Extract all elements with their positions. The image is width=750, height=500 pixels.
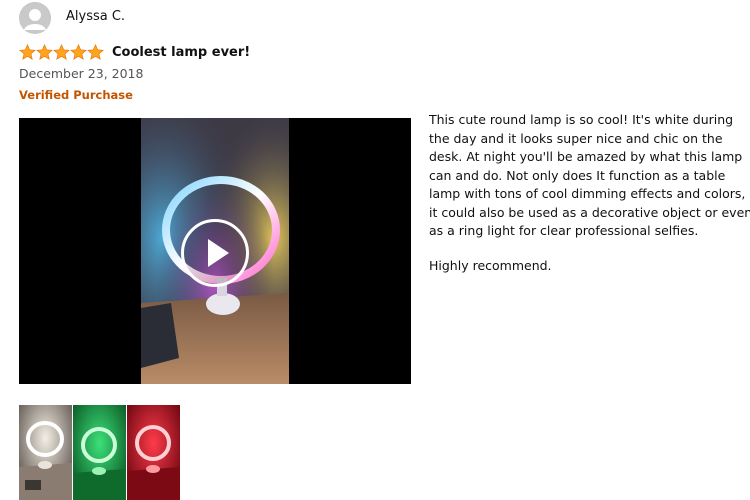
star-rating[interactable] [19,44,104,60]
review-text-line: the day and it looks super nice and chic… [429,130,723,146]
green-ring-lamp-image [73,405,126,500]
reviewer-name[interactable]: Alyssa C. [66,9,125,24]
review-text-line: lamp with tons of cool dimming effects a… [429,186,746,201]
review-text-line: it could also be used as a decorative ob… [429,204,750,220]
star-icon [53,44,70,60]
review-date: December 23, 2018 [19,66,144,81]
thumbnail-red-lamp[interactable] [127,405,180,500]
red-ring-lamp-image [127,405,180,500]
review-text-line: desk. At night you'll be amazed by what … [429,149,743,164]
review-image-thumbnails [19,405,180,500]
review-title[interactable]: Coolest lamp ever! [112,45,250,60]
review-text-line: This cute round lamp is so cool! It's wh… [429,112,734,127]
white-ring-lamp-image [19,405,72,500]
user-avatar-icon [19,2,51,34]
thumbnail-white-lamp[interactable] [19,405,72,500]
review-text-line: can and do. Not only does It function as… [429,167,726,183]
review-text-line: as a ring light for clear professional s… [429,223,699,238]
review-video-player[interactable] [19,118,411,384]
avatar [19,2,51,34]
star-icon [70,44,87,60]
star-icon [19,44,36,60]
star-icon [36,44,53,60]
verified-purchase-badge: Verified Purchase [19,88,133,102]
thumbnail-green-lamp[interactable] [73,405,126,500]
review-closing-line: Highly recommend. [429,257,552,273]
play-icon [208,239,229,267]
play-button[interactable] [181,219,249,287]
review-body: This cute round lamp is so cool! It's wh… [429,111,750,275]
star-icon [87,44,104,60]
